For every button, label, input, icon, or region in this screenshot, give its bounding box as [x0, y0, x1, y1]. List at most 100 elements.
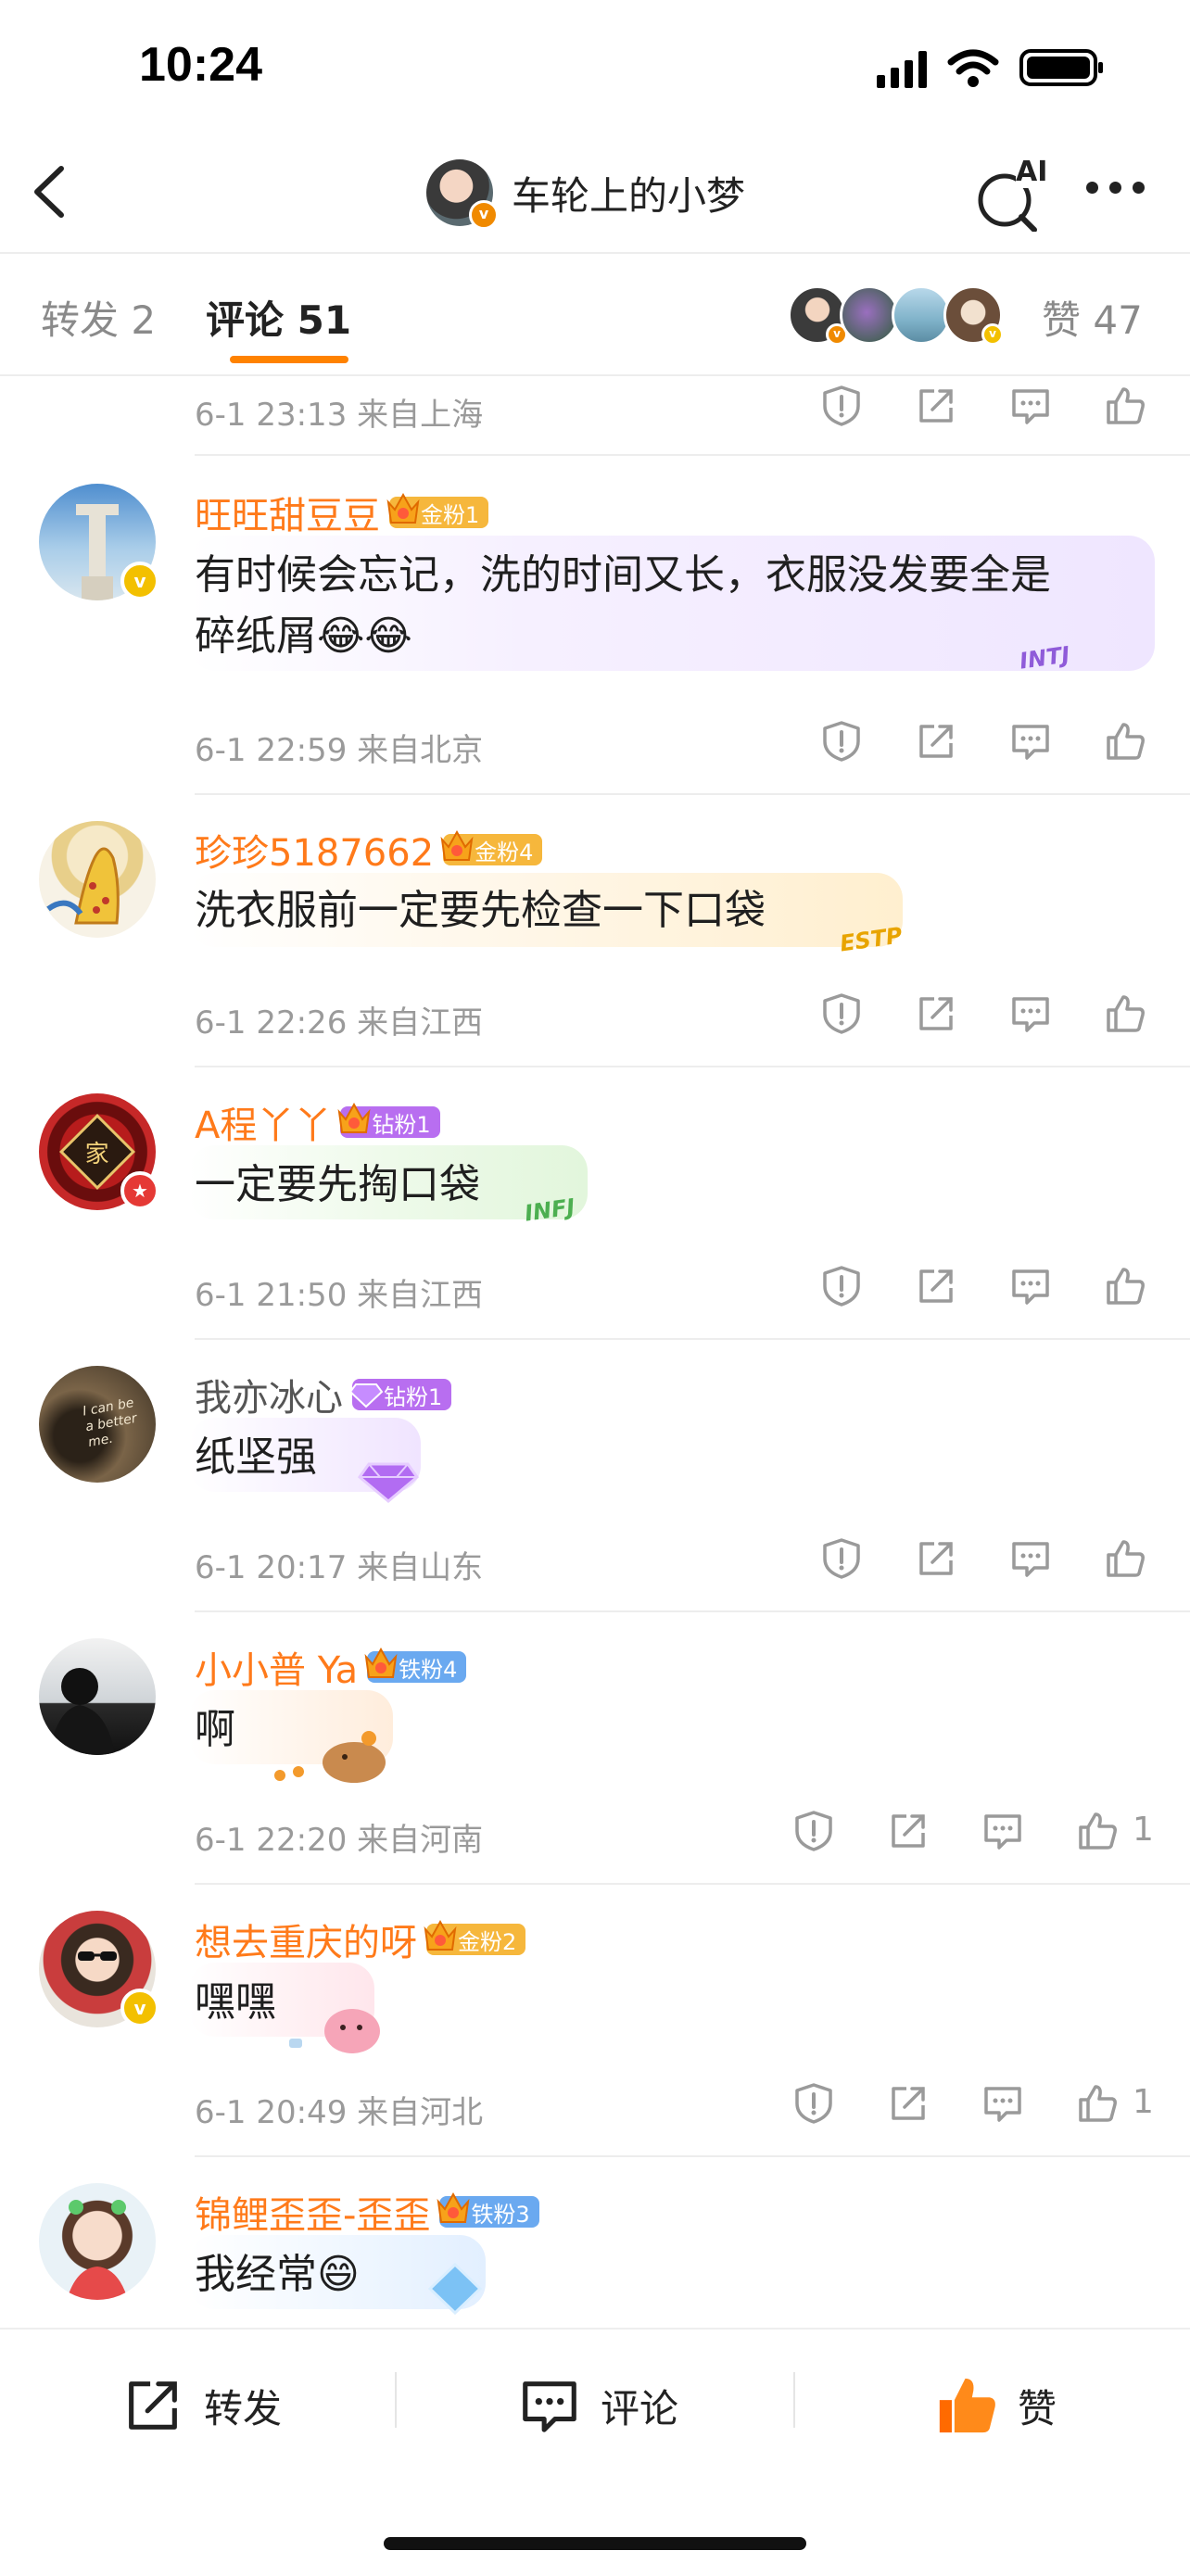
tab-likes[interactable]: 赞 47	[1042, 289, 1143, 346]
comment-item	[39, 821, 156, 938]
battery-icon	[1019, 49, 1103, 86]
like-icon[interactable]	[1075, 2081, 1120, 2126]
reply-icon[interactable]	[981, 2081, 1025, 2126]
share-icon[interactable]	[914, 384, 958, 428]
bottom-comment-label: 评论	[601, 2385, 679, 2431]
comment-meta: 6-1 22:26 来自江西	[195, 1004, 484, 1042]
avatar[interactable]: I can be a better me.	[39, 1366, 156, 1483]
reply-icon[interactable]	[981, 1809, 1025, 1853]
diamond-sticker-icon	[357, 1462, 420, 1503]
like-icon[interactable]	[1075, 1809, 1120, 1853]
share-icon[interactable]	[914, 1264, 958, 1308]
home-indicator	[384, 2537, 806, 2550]
comment-divider	[195, 1610, 1190, 1612]
report-icon[interactable]	[791, 2081, 836, 2126]
comment-username[interactable]: 小小普 Ya 铁粉4	[195, 1640, 467, 1694]
comment-text: 洗衣服前一定要先检查一下口袋	[195, 887, 766, 934]
share-icon[interactable]	[914, 719, 958, 764]
ai-label: AI	[1016, 156, 1048, 188]
tab-comments[interactable]: 评论 51	[206, 289, 351, 346]
comment-item: 家 ★	[39, 1093, 159, 1210]
nav-profile[interactable]: v 车轮上的小梦	[426, 156, 745, 230]
star-badge-icon: ★	[120, 1171, 159, 1210]
reply-icon[interactable]	[1008, 991, 1053, 1036]
like-filled-icon	[939, 2378, 995, 2433]
drawing-image	[46, 847, 120, 925]
like-icon[interactable]	[1103, 1536, 1147, 1581]
share-icon[interactable]	[886, 2081, 930, 2126]
comment-username[interactable]: 想去重庆的呀 金粉2	[195, 1913, 526, 1966]
verified-icon: v	[981, 323, 1004, 346]
avatar[interactable]	[39, 2183, 156, 2300]
report-icon[interactable]	[819, 384, 864, 428]
nav-divider	[0, 252, 1190, 254]
verified-icon: v	[120, 562, 159, 600]
signal-icon	[877, 47, 927, 88]
comment-username[interactable]: 旺旺甜豆豆 金粉1	[195, 486, 489, 539]
avatar[interactable]	[39, 1638, 156, 1755]
report-icon[interactable]	[819, 991, 864, 1036]
comment-username[interactable]: 我亦冰心 钻粉1	[195, 1368, 452, 1421]
tab-active-indicator	[230, 356, 348, 363]
nav-avatar[interactable]: v	[426, 159, 499, 230]
reply-icon[interactable]	[1008, 1536, 1053, 1581]
avatar[interactable]	[39, 821, 156, 938]
liker-avatar: v	[943, 285, 1004, 346]
ai-search-button[interactable]: AI	[975, 156, 1049, 233]
bottom-like-label: 赞	[1018, 2385, 1057, 2431]
comment-item: v	[39, 484, 159, 600]
report-icon[interactable]	[819, 719, 864, 764]
wifi-icon	[947, 49, 999, 87]
comment-actions	[819, 719, 1145, 767]
report-icon[interactable]	[819, 1536, 864, 1581]
repost-icon	[129, 2381, 177, 2430]
comment-meta: 6-1 20:49 来自河北	[195, 2094, 484, 2131]
like-icon[interactable]	[1103, 991, 1147, 1036]
bottom-comment-button[interactable]: 评论	[517, 2368, 678, 2443]
comment-divider	[195, 1066, 1190, 1067]
reply-icon[interactable]	[1008, 719, 1053, 764]
liker-avatars[interactable]: v v	[788, 285, 1004, 346]
share-icon[interactable]	[914, 1536, 958, 1581]
bottom-separator	[793, 2372, 795, 2428]
comment-username[interactable]: 锦鲤歪歪-歪歪 铁粉3	[195, 2185, 539, 2239]
diamond-icon	[348, 1383, 384, 1408]
comment-item: v	[39, 1911, 159, 2027]
back-icon[interactable]	[24, 159, 80, 224]
liker-avatar	[840, 285, 899, 345]
capybara-sticker-icon	[274, 1731, 386, 1783]
like-icon[interactable]	[1103, 384, 1147, 428]
share-icon[interactable]	[886, 1809, 930, 1853]
tabs-divider	[0, 374, 1190, 376]
like-count: 1	[1133, 2083, 1154, 2121]
tab-repost[interactable]: 转发 2	[41, 289, 156, 346]
like-icon[interactable]	[1103, 719, 1147, 764]
reply-icon[interactable]	[1008, 1264, 1053, 1308]
comment-icon	[523, 2381, 576, 2432]
fan-badge: 铁粉3	[437, 2191, 539, 2228]
report-icon[interactable]	[791, 1809, 836, 1853]
comment-divider	[195, 1883, 1190, 1885]
report-icon[interactable]	[819, 1264, 864, 1308]
liker-avatar: v	[788, 285, 848, 346]
silhouette-image	[48, 1668, 115, 1755]
crown-icon	[386, 492, 420, 524]
comment-meta: 6-1 22:59 来自北京	[195, 732, 484, 769]
share-icon[interactable]	[914, 991, 958, 1036]
bottom-like-button[interactable]: 赞	[934, 2368, 1057, 2443]
comment-actions: 1	[791, 2081, 1154, 2129]
crown-icon	[437, 2191, 470, 2223]
liker-avatar	[892, 285, 951, 345]
comment-username[interactable]: A程丫丫 钻粉1	[195, 1095, 440, 1149]
comment-meta: 6-1 22:20 来自河南	[195, 1822, 484, 1859]
family-char: 家	[84, 1140, 110, 1168]
like-icon[interactable]	[1103, 1264, 1147, 1308]
nav-title[interactable]: 车轮上的小梦	[512, 165, 745, 221]
comment-username[interactable]: 珍珍5187662 金粉4	[195, 823, 543, 877]
fan-badge: 钻粉1	[337, 1102, 440, 1138]
bottom-repost-button[interactable]: 转发	[120, 2368, 282, 2443]
more-icon[interactable]	[1086, 182, 1151, 200]
comment-divider	[195, 793, 1190, 795]
reply-icon[interactable]	[1008, 384, 1053, 428]
comment-meta: 6-1 20:17 来自山东	[195, 1549, 484, 1586]
